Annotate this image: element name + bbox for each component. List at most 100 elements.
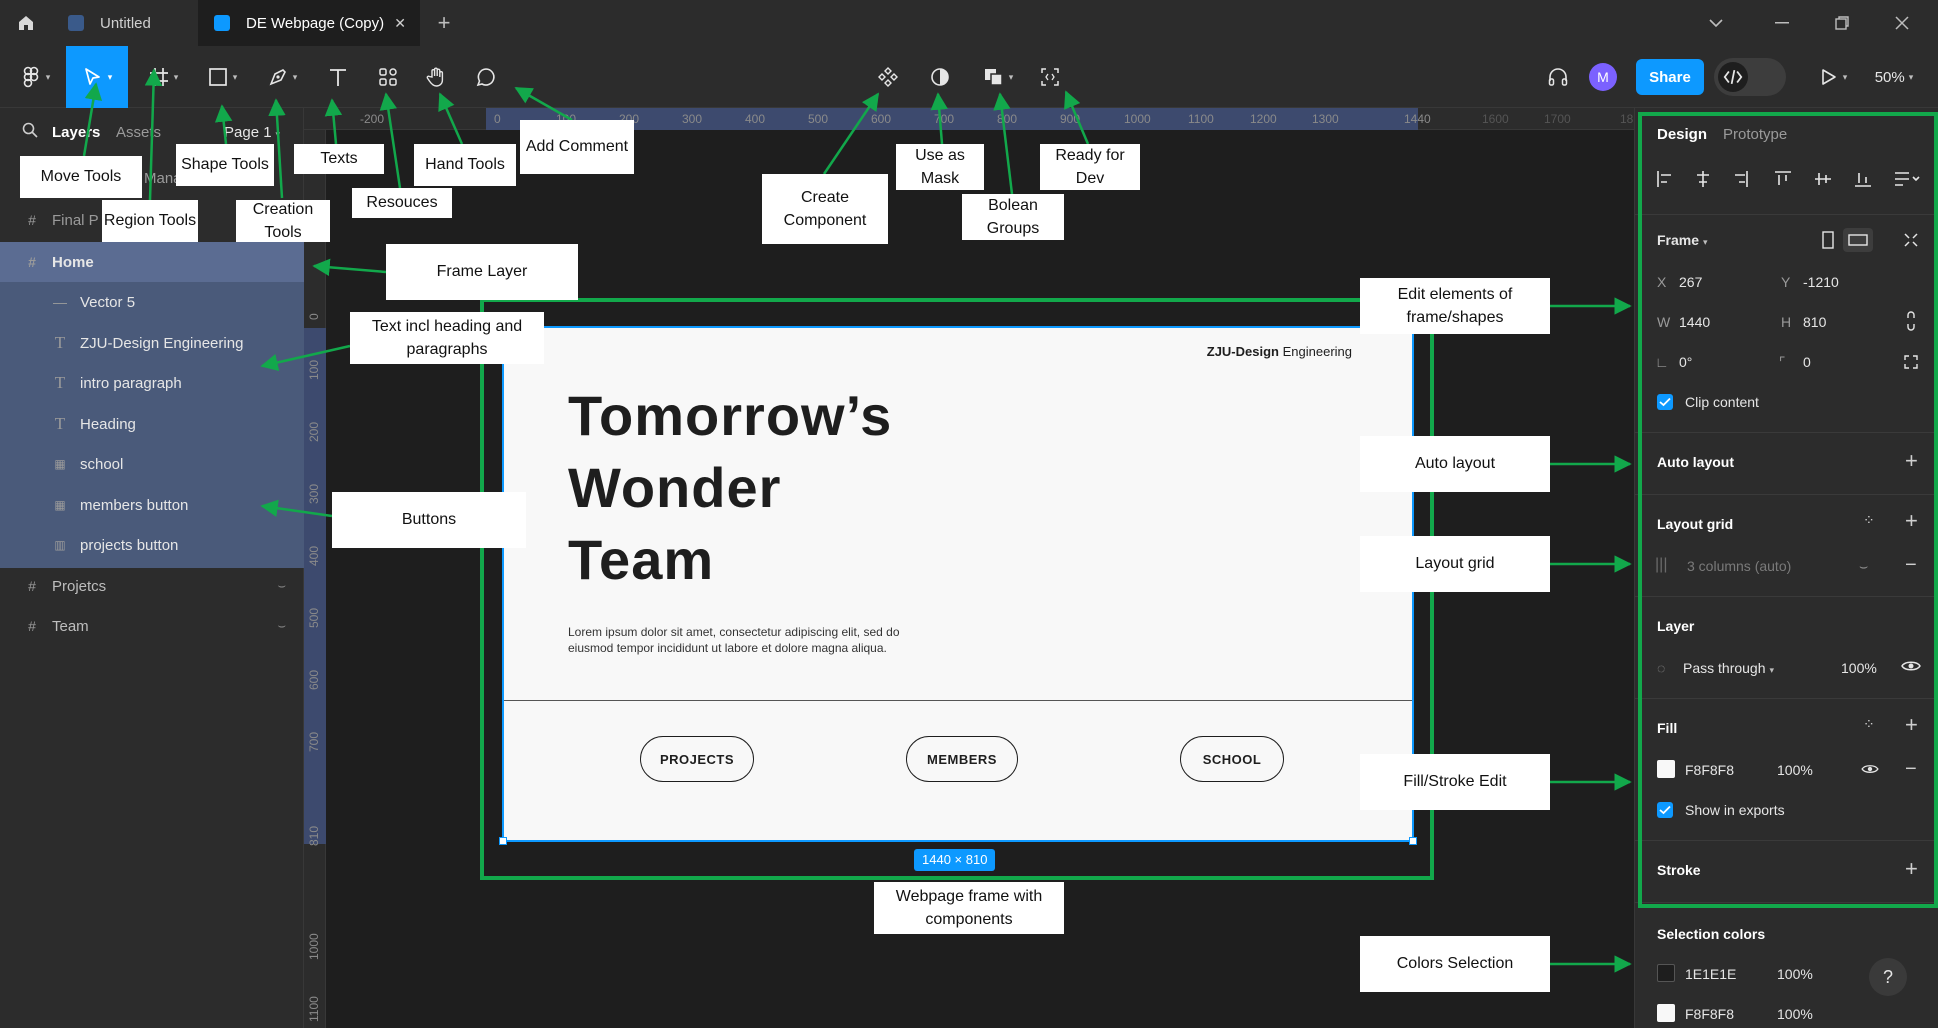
layers-panel: Layers Assets Page 1▾ Manageme # Final P… <box>0 108 304 1028</box>
note-resources: Resouces <box>352 188 452 218</box>
close-tab-icon[interactable]: ✕ <box>394 15 406 32</box>
layer-home[interactable]: # Home <box>0 242 304 282</box>
tab-layers[interactable]: Layers <box>52 124 100 141</box>
toolbar: ▾ ▾ ▾ ▾ ▾ ▾ M Share ▾ 50% ▾ <box>0 46 1938 108</box>
frame-tool-button[interactable]: ▾ <box>140 46 186 108</box>
text-icon <box>330 69 346 86</box>
dev-mode-toggle[interactable] <box>1714 46 1786 108</box>
help-button[interactable]: ? <box>1869 958 1907 996</box>
color-swatch[interactable] <box>1657 1004 1675 1022</box>
note-buttons: Buttons <box>332 492 526 548</box>
new-tab-button[interactable]: + <box>424 0 464 46</box>
hand-icon <box>426 67 444 87</box>
headphones-icon <box>1548 68 1568 86</box>
ruler-tick-label: 600 <box>307 669 321 690</box>
comment-tool-button[interactable] <box>466 46 506 108</box>
chevron-down-icon[interactable] <box>1686 0 1746 46</box>
shape-tool-button[interactable]: ▾ <box>198 46 246 108</box>
ruler-tick-label: 1300 <box>1312 112 1339 126</box>
layer-heading[interactable]: T Heading <box>0 404 304 444</box>
mask-icon <box>931 68 949 86</box>
text-icon: T <box>54 373 66 392</box>
pen-tool-button[interactable]: ▾ <box>258 46 306 108</box>
note-auto-layout: Auto layout <box>1360 436 1550 492</box>
layer-projects-button[interactable]: ▥ projects button <box>0 525 304 565</box>
share-button[interactable]: Share <box>1636 59 1704 95</box>
note-edit-elements: Edit elements of frame/shapes <box>1360 278 1550 334</box>
frame-icon <box>149 68 168 86</box>
layer-vector-5[interactable]: — Vector 5 <box>0 282 304 322</box>
resources-icon <box>379 68 397 86</box>
note-add-comment: Add Comment <box>520 120 634 174</box>
component-icon: ▦ <box>54 498 66 512</box>
note-move-tools: Move Tools <box>20 156 142 198</box>
present-button[interactable]: ▾ <box>1810 46 1854 108</box>
page-selector[interactable]: Page 1 ▾ <box>224 124 280 141</box>
boolean-groups-button[interactable]: ▾ <box>972 46 1024 108</box>
component-icon: ▦ <box>54 457 66 471</box>
text-icon: T <box>54 333 66 352</box>
selection-color-hex[interactable]: 1E1E1E <box>1685 966 1736 982</box>
note-creation-tools: Creation Tools <box>236 200 330 242</box>
search-icon[interactable] <box>22 122 38 143</box>
layer-school[interactable]: ▦ school <box>0 444 304 484</box>
minimize-icon[interactable] <box>1752 0 1812 46</box>
ruler-tick-label: 900 <box>1060 112 1081 126</box>
note-layout-grid: Layout grid <box>1360 536 1550 592</box>
home-icon[interactable] <box>0 0 52 46</box>
text-tool-button[interactable] <box>318 46 358 108</box>
create-component-button[interactable] <box>868 46 908 108</box>
note-texts: Texts <box>294 144 384 174</box>
frame-annotation-box <box>480 298 1434 880</box>
play-icon <box>1821 69 1836 85</box>
layer-projetcs[interactable]: # Projetcs ⌣ <box>0 566 304 606</box>
note-use-as-mask: Use as Mask <box>896 144 984 190</box>
restore-icon[interactable] <box>1812 0 1872 46</box>
ruler-tick-label: 700 <box>307 731 321 752</box>
horizontal-ruler: -200 0 100 200 300 400 500 600 700 800 900 1000 1100… <box>304 108 1634 130</box>
rectangle-icon <box>208 68 227 86</box>
main-menu-button[interactable]: ▾ <box>12 46 58 108</box>
selection-color-hex[interactable]: F8F8F8 <box>1685 1006 1734 1022</box>
color-swatch[interactable] <box>1657 964 1675 982</box>
ruler-tick-label: 0 <box>307 313 321 320</box>
file-icon <box>214 15 230 31</box>
layer-brand-text[interactable]: T ZJU-Design Engineering <box>0 323 304 363</box>
file-icon <box>68 15 84 31</box>
ready-for-dev-button[interactable] <box>1030 46 1070 108</box>
grid-icon: ▥ <box>54 538 66 552</box>
ruler-tick-label: 810 <box>307 825 321 846</box>
layer-team[interactable]: # Team ⌣ <box>0 606 304 646</box>
ruler-tick-label: 700 <box>934 112 955 126</box>
hidden-eye-icon[interactable]: ⌣ <box>277 578 286 594</box>
ruler-tick-label: 1100 <box>1188 112 1214 126</box>
ruler-tick-label: 1000 <box>307 933 321 960</box>
note-region-tools: Region Tools <box>102 200 198 242</box>
audio-button[interactable] <box>1538 46 1578 108</box>
ruler-tick-label: 400 <box>307 545 321 566</box>
avatar[interactable]: M <box>1586 46 1620 108</box>
tab-assets[interactable]: Assets <box>116 124 161 141</box>
move-tool-button[interactable]: ▾ <box>66 46 128 108</box>
hidden-eye-icon[interactable]: ⌣ <box>277 618 286 634</box>
layer-intro-paragraph[interactable]: T intro paragraph <box>0 363 304 403</box>
use-as-mask-button[interactable] <box>920 46 960 108</box>
title-bar: Untitled DE Webpage (Copy) ✕ + <box>0 0 1938 46</box>
frame-icon: # <box>28 578 36 594</box>
ruler-tick-label: 500 <box>808 112 829 126</box>
close-window-icon[interactable] <box>1872 0 1932 46</box>
hand-tool-button[interactable] <box>416 46 456 108</box>
layer-members-button[interactable]: ▦ members button <box>0 485 304 525</box>
frame-icon: # <box>28 254 36 270</box>
note-text-incl: Text incl heading and paragraphs <box>350 312 544 364</box>
zoom-menu[interactable]: 50% ▾ <box>1864 46 1924 108</box>
note-colors-selection: Colors Selection <box>1360 936 1550 992</box>
resources-button[interactable] <box>368 46 408 108</box>
ruler-tick-label: 1200 <box>1250 112 1277 126</box>
note-hand-tools: Hand Tools <box>414 144 516 186</box>
frame-icon: # <box>28 212 36 228</box>
note-frame-layer: Frame Layer <box>386 244 578 300</box>
tab-de-webpage[interactable]: DE Webpage (Copy) ✕ <box>198 0 420 46</box>
tab-untitled[interactable]: Untitled <box>52 0 196 46</box>
ruler-tick-label: 1000 <box>1124 112 1151 126</box>
